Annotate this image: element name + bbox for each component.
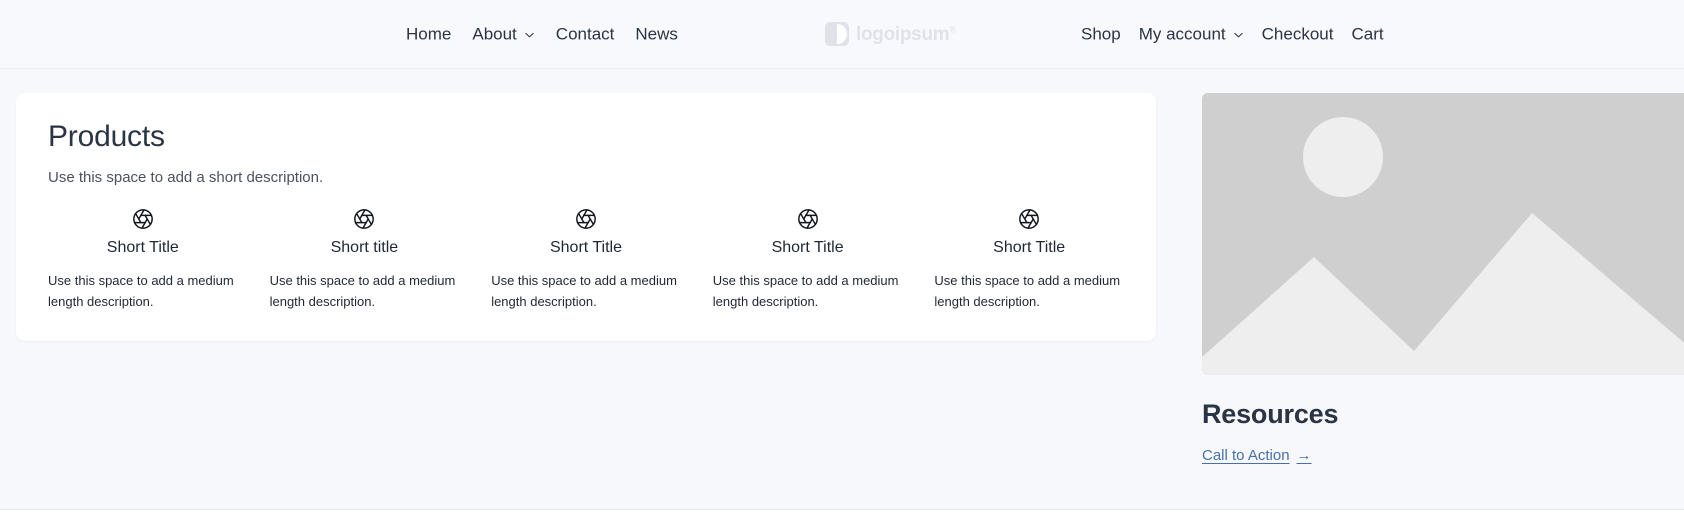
primary-navigation-right: Shop My account Checkout Cart	[1081, 26, 1384, 43]
resources-title: Resources	[1202, 399, 1339, 429]
page-body: Products Use this space to add a short d…	[0, 69, 1684, 465]
product-card[interactable]: Short Title Use this space to add a medi…	[697, 208, 919, 313]
image-placeholder-icon	[1202, 93, 1684, 375]
products-panel: Products Use this space to add a short d…	[16, 93, 1156, 341]
aperture-icon	[132, 208, 154, 230]
nav-item-contact[interactable]: Contact	[556, 26, 615, 43]
product-card[interactable]: Short Title Use this space to add a medi…	[32, 208, 254, 313]
aperture-icon	[353, 208, 375, 230]
page-title: Products	[48, 120, 165, 153]
call-to-action-label: Call to Action	[1202, 447, 1290, 465]
nav-item-about[interactable]: About	[472, 26, 534, 43]
product-card[interactable]: Short Title Use this space to add a medi…	[475, 208, 697, 313]
nav-item-my-account[interactable]: My account	[1139, 26, 1244, 43]
product-description: Use this space to add a medium length de…	[712, 272, 899, 310]
page-subtitle: Use this space to add a short descriptio…	[48, 169, 324, 186]
nav-item-label: Checkout	[1261, 24, 1334, 44]
product-title: Short Title	[106, 239, 179, 256]
nav-item-label: Cart	[1351, 24, 1384, 44]
aperture-icon	[1018, 208, 1040, 230]
nav-item-checkout[interactable]: Checkout	[1262, 26, 1334, 43]
product-description: Use this space to add a medium length de…	[48, 272, 234, 310]
nav-item-label: Contact	[555, 24, 615, 44]
logo-text: logoipsum®	[856, 23, 956, 45]
site-header: Home About Contact News logoipsum® Shop …	[0, 0, 1684, 69]
arrow-right-icon: →	[1296, 447, 1312, 465]
aperture-icon	[797, 208, 819, 230]
product-description: Use this space to add a medium length de…	[491, 272, 677, 310]
call-to-action-link[interactable]: Call to Action →	[1202, 447, 1312, 464]
chevron-down-icon	[1233, 30, 1244, 41]
product-title: Short Title	[771, 239, 844, 256]
nav-item-shop[interactable]: Shop	[1081, 26, 1121, 43]
nav-item-label: Home	[406, 24, 452, 44]
primary-navigation-left: Home About Contact News	[406, 26, 678, 43]
product-title: Short Title	[993, 239, 1066, 256]
chevron-down-icon	[524, 30, 535, 41]
product-description: Use this space to add a medium length de…	[269, 272, 456, 310]
nav-item-news[interactable]: News	[635, 26, 678, 43]
product-title: Short title	[330, 239, 399, 256]
product-card[interactable]: Short title Use this space to add a medi…	[254, 208, 476, 313]
nav-item-label: News	[635, 24, 678, 44]
nav-item-home[interactable]: Home	[406, 26, 451, 43]
logo-circle-mark-icon	[825, 22, 849, 46]
site-logo[interactable]: logoipsum®	[825, 22, 956, 46]
bottom-divider	[0, 509, 1684, 513]
nav-item-label: My account	[1138, 24, 1226, 44]
product-title: Short Title	[549, 239, 622, 256]
logo-registered-mark: ®	[949, 24, 956, 35]
aperture-icon	[575, 208, 597, 230]
product-description: Use this space to add a medium length de…	[934, 272, 1121, 310]
nav-item-label: Shop	[1081, 24, 1121, 44]
resources-panel: Resources Call to Action →	[1202, 93, 1684, 465]
product-card[interactable]: Short Title Use this space to add a medi…	[918, 208, 1140, 313]
nav-item-label: About	[472, 24, 517, 44]
product-grid: Short Title Use this space to add a medi…	[32, 208, 1140, 313]
nav-item-cart[interactable]: Cart	[1351, 26, 1383, 43]
